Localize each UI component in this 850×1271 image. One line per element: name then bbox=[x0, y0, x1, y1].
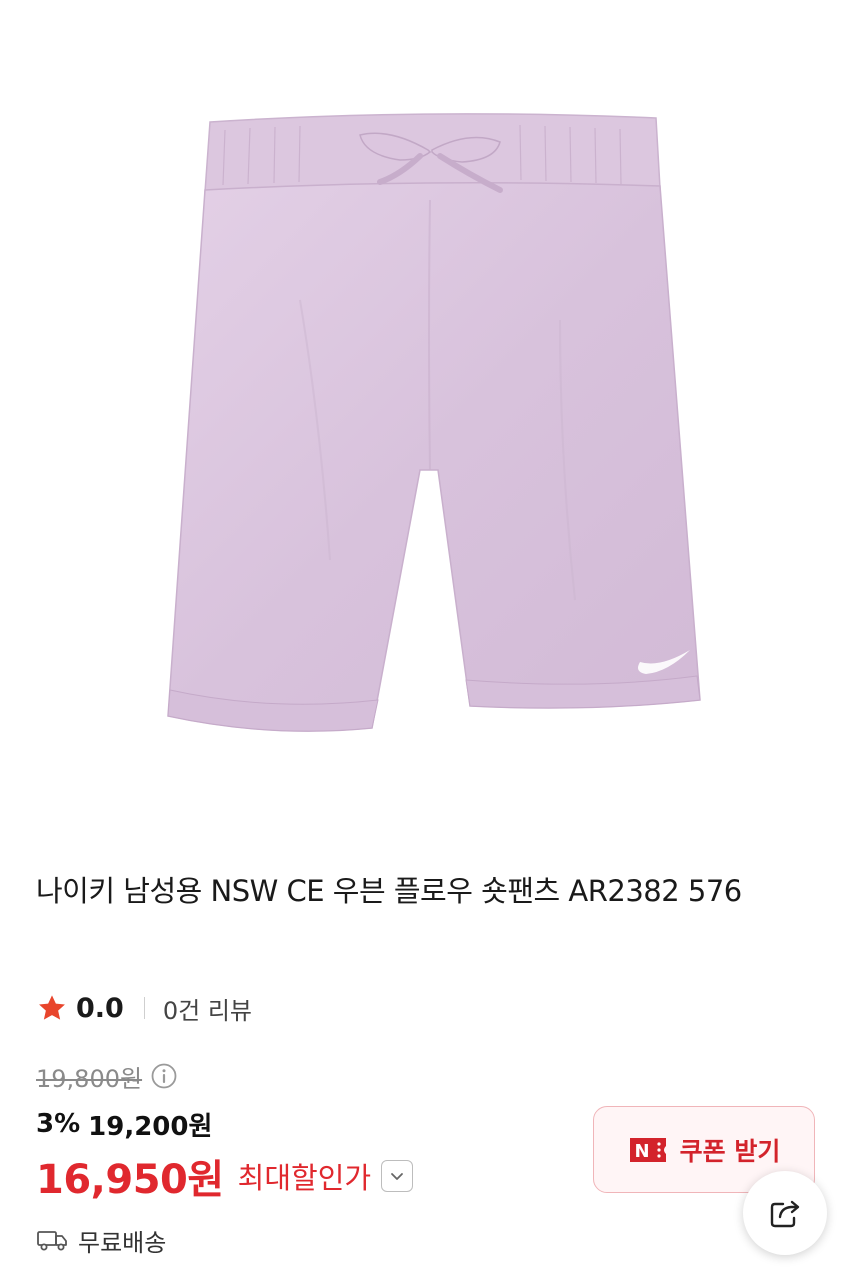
star-icon bbox=[39, 995, 65, 1020]
shipping-label: 무료배송 bbox=[78, 1228, 167, 1257]
share-icon bbox=[770, 1200, 800, 1228]
product-shorts-image bbox=[167, 113, 701, 732]
info-icon[interactable] bbox=[150, 1062, 178, 1090]
rating-row[interactable]: 0.0 0건 리뷰 bbox=[36, 988, 252, 1028]
original-price-row: 19,800원 bbox=[36, 1056, 178, 1096]
shipping-row: 무료배송 bbox=[36, 1222, 166, 1258]
discount-rate: 3% bbox=[36, 1109, 81, 1139]
chevron-down-icon bbox=[391, 1173, 403, 1180]
rating-value: 0.0 bbox=[76, 992, 124, 1024]
svg-text:N: N bbox=[634, 1141, 649, 1162]
max-discount-toggle[interactable] bbox=[381, 1160, 414, 1192]
discount-price-row: 3% 19,200원 bbox=[36, 1104, 212, 1144]
product-title: 나이키 남성용 NSW CE 우븐 플로우 숏팬츠 AR2382 576 bbox=[36, 874, 742, 908]
truck-icon bbox=[37, 1231, 67, 1251]
coupon-label: 쿠폰 받기 bbox=[679, 1136, 781, 1166]
rating-divider bbox=[143, 997, 145, 1019]
naver-coupon-icon: N bbox=[629, 1137, 666, 1162]
review-count-link[interactable]: 0건 리뷰 bbox=[163, 991, 252, 1026]
original-price: 19,800원 bbox=[36, 1064, 143, 1093]
max-discount-label: 최대할인가 bbox=[237, 1161, 372, 1195]
share-button[interactable] bbox=[743, 1171, 827, 1255]
product-image[interactable] bbox=[0, 0, 850, 840]
discount-price: 19,200원 bbox=[88, 1111, 213, 1142]
max-discount-row[interactable]: 16,950원 최대할인가 bbox=[36, 1146, 414, 1206]
max-discount-price: 16,950원 bbox=[36, 1157, 224, 1203]
